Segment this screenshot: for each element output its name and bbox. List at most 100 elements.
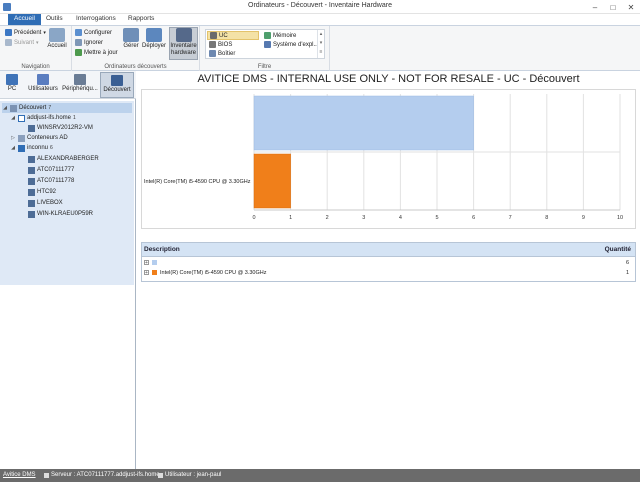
summary-table: Description Quantité + 6 + Intel(R) Core… (141, 242, 636, 282)
minimize-icon[interactable]: – (586, 0, 604, 14)
update-button[interactable]: Mettre à jour (75, 48, 118, 57)
tree-node-root[interactable]: ◢ Découvert 7 (2, 103, 132, 113)
window-title: Ordinateurs - Découvert - Inventaire Har… (248, 2, 392, 9)
status-server: Serveur : ATC07111777.addjust-ifs.home (51, 472, 160, 478)
table-row[interactable]: + 6 (142, 258, 635, 268)
tree-node-domain[interactable]: ◢ addjust-ifs.home 1 (10, 113, 76, 123)
tree-node-computer[interactable]: WINSRV2012R2-VM (28, 123, 93, 133)
collapse-icon[interactable]: ◢ (10, 115, 16, 121)
expand-icon[interactable]: + (144, 260, 149, 266)
deploy-icon (146, 28, 162, 42)
close-icon[interactable]: ✕ (622, 0, 640, 14)
server-icon (44, 473, 49, 478)
computer-icon (28, 124, 35, 132)
discovered-group-label: Ordinateurs découverts (104, 64, 167, 70)
sidebar-tab-pc[interactable]: PC (2, 72, 22, 98)
case-icon (209, 50, 216, 57)
x-tick-label: 0 (252, 215, 255, 221)
x-tick-label: 1 (289, 215, 292, 221)
bar (253, 95, 474, 151)
forward-arrow-icon (5, 39, 12, 46)
tree-node-ad-containers[interactable]: ▷ Conteneurs AD (10, 133, 68, 143)
expand-icon[interactable]: + (144, 270, 149, 276)
navigation-group: Précédent ▾ Suivant ▾ Accueil Navigation (0, 26, 72, 71)
peripherals-icon (74, 74, 86, 85)
tab-accueil[interactable]: Accueil (8, 14, 41, 25)
computer-icon (28, 199, 35, 207)
x-tick-label: 7 (509, 215, 512, 221)
collapse-icon[interactable]: ◢ (10, 145, 16, 151)
tab-rapports[interactable]: Rapports (122, 14, 160, 25)
ignore-icon (75, 39, 82, 46)
maximize-icon[interactable]: □ (604, 0, 622, 14)
chart-title: AVITICE DMS - INTERNAL USE ONLY - NOT FO… (197, 73, 580, 85)
filter-item-memoire[interactable]: Mémoire (262, 31, 298, 40)
configure-button[interactable]: Configurer (75, 28, 112, 37)
inventory-hardware-button[interactable]: Inventaire hardware (169, 27, 198, 60)
filter-item-uc[interactable]: UC (207, 31, 259, 40)
status-bar: Avitice DMS Serveur : ATC07111777.addjus… (0, 469, 640, 482)
ribbon: Précédent ▾ Suivant ▾ Accueil Navigation C… (0, 25, 640, 71)
discovered-tree: ◢ Découvert 7 ◢ addjust-ifs.home 1 WINSRV2… (0, 101, 134, 285)
sidebar-tab-discovered[interactable]: Découvert (100, 72, 134, 98)
chart-area: Intel(R) Core(TM) i5-4590 CPU @ 3.30GHz 0… (141, 89, 636, 229)
table-header: Description Quantité (142, 243, 635, 257)
expand-icon[interactable]: ▷ (10, 135, 16, 141)
x-tick-label: 3 (362, 215, 365, 221)
tree-node-unknown[interactable]: ◢ inconnu 6 (10, 143, 53, 153)
manage-button[interactable]: Gérer (122, 28, 140, 50)
computer-icon (28, 177, 35, 185)
discovered-icon (111, 75, 123, 86)
ignore-button[interactable]: Ignorer (75, 38, 103, 47)
gallery-scroll[interactable]: ▴ ▾ ≡ (317, 30, 324, 58)
memory-icon (264, 32, 271, 39)
tree-node-computer[interactable]: HTC92 (28, 187, 56, 197)
filter-item-bios[interactable]: BIOS (207, 40, 234, 49)
x-tick-label: 4 (399, 215, 402, 221)
user-icon (158, 473, 163, 478)
tree-node-computer[interactable]: ATC07111777 (28, 165, 74, 175)
filter-group: UC BIOS Boîtier Mémoire Système d'expl..… (200, 26, 330, 71)
discovered-group: Configurer Ignorer Mettre à jour Gérer D… (72, 26, 200, 71)
pc-icon (6, 74, 18, 85)
sidebar: PC Utilisateurs Périphériqu... Découvert… (0, 71, 136, 469)
tree-node-computer[interactable]: LIVEBOX (28, 198, 63, 208)
main-panel: AVITICE DMS - INTERNAL USE ONLY - NOT FO… (137, 71, 640, 469)
tree-node-computer[interactable]: ALEXANDRABERGER (28, 154, 99, 164)
network-icon (10, 104, 17, 112)
series-swatch (152, 270, 157, 275)
collapse-icon[interactable]: ◢ (2, 105, 8, 111)
inventory-hardware-icon (175, 28, 192, 42)
series-swatch (152, 260, 157, 265)
column-description[interactable]: Description (144, 246, 180, 253)
sidebar-tab-peripherals[interactable]: Périphériqu... (61, 72, 99, 98)
bar (253, 153, 291, 209)
cpu-icon (210, 32, 217, 39)
os-icon (264, 41, 271, 48)
tab-interrogations[interactable]: Interrogations (70, 14, 122, 25)
x-tick-label: 9 (582, 215, 585, 221)
filter-item-systeme[interactable]: Système d'expl... (262, 40, 321, 49)
filter-group-label: Filtre (257, 64, 272, 70)
domain-icon (18, 114, 25, 122)
table-row[interactable]: + Intel(R) Core(TM) i5-4590 CPU @ 3.30GH… (142, 268, 635, 278)
previous-button[interactable]: Précédent ▾ (5, 28, 46, 37)
unknown-icon (18, 144, 25, 152)
home-icon (49, 28, 65, 42)
sidebar-tabs: PC Utilisateurs Périphériqu... Découvert (0, 71, 136, 99)
x-tick-label: 5 (435, 215, 438, 221)
deploy-button[interactable]: Déployer (142, 28, 166, 50)
configure-icon (75, 29, 82, 36)
status-app-link[interactable]: Avitice DMS (3, 472, 36, 478)
home-button[interactable]: Accueil (46, 28, 68, 50)
navigation-group-label: Navigation (21, 64, 50, 70)
tree-node-computer[interactable]: WIN-KLRAEU0P59R (28, 209, 93, 219)
column-quantite[interactable]: Quantité (605, 246, 631, 253)
next-button[interactable]: Suivant ▾ (5, 38, 39, 47)
tree-node-computer[interactable]: ATC07111778 (28, 176, 74, 186)
tab-outils[interactable]: Outils (40, 14, 69, 25)
filter-item-boitier[interactable]: Boîtier (207, 49, 237, 58)
ad-container-icon (18, 134, 25, 142)
x-tick-label: 8 (545, 215, 548, 221)
sidebar-tab-users[interactable]: Utilisateurs (26, 72, 60, 98)
